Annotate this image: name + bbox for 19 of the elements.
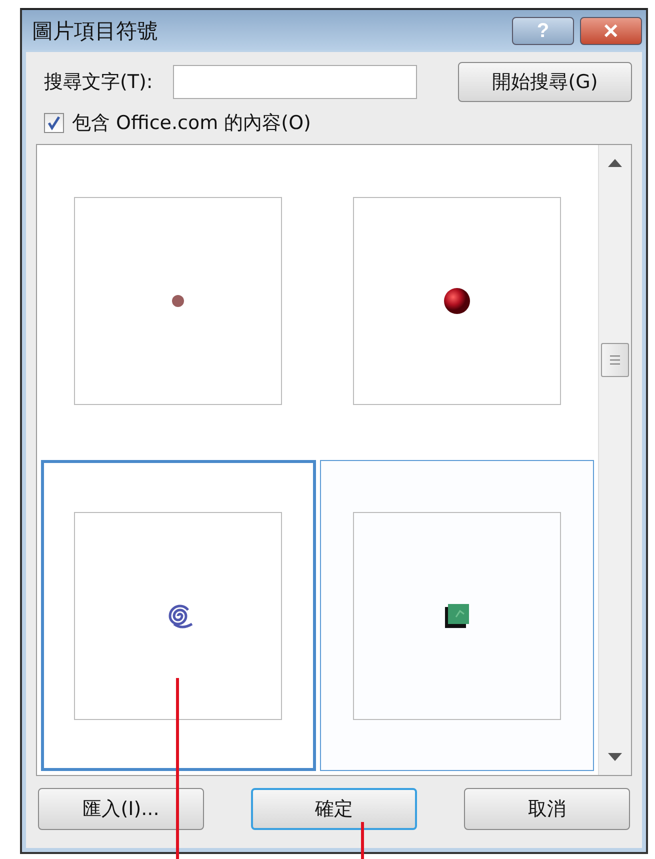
search-label: 搜尋文字(T): (44, 70, 153, 95)
dialog-button[interactable]: 取消 (464, 788, 630, 830)
sphere-icon (442, 286, 471, 314)
dialog-button[interactable]: 確定 (251, 788, 417, 830)
gallery-item[interactable] (320, 460, 594, 771)
scrollbar[interactable] (598, 145, 631, 775)
search-button[interactable]: 開始搜尋(G) (458, 62, 632, 102)
checkbox[interactable] (44, 113, 64, 133)
search-field[interactable] (172, 65, 417, 99)
checkbox-label: 包含 Office.com 的內容(O) (72, 111, 311, 136)
dot-icon (171, 294, 186, 308)
scroll-thumb[interactable] (601, 343, 629, 377)
cube-icon (444, 602, 470, 628)
leader-line (361, 822, 364, 859)
gallery-item[interactable] (41, 460, 316, 771)
dialog-button[interactable]: 匯入(I)... (38, 788, 204, 830)
window-title: 圖片項目符號 (32, 18, 159, 45)
scroll-down-icon[interactable] (608, 753, 622, 761)
scroll-up-icon[interactable] (608, 159, 622, 167)
